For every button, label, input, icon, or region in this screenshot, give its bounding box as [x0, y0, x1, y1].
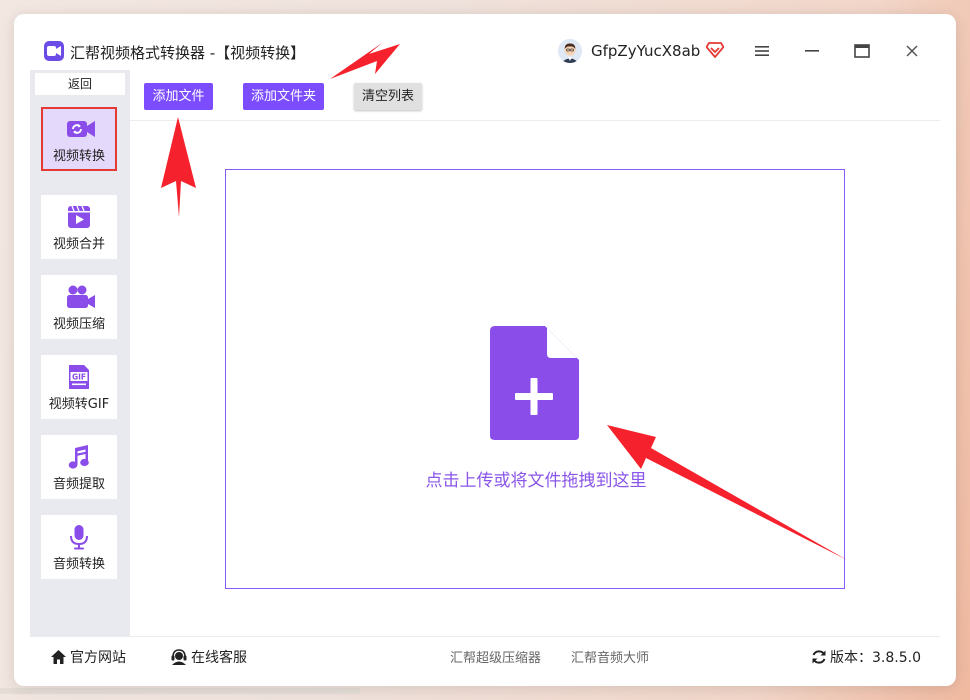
official-site-link[interactable]: 官方网站: [50, 647, 126, 667]
sidebar-item-audio-convert[interactable]: 音频转换: [41, 515, 117, 579]
version-label: 版本：3.8.5.0: [830, 650, 921, 666]
sidebar-item-label: 视频转换: [52, 149, 105, 164]
clear-list-button[interactable]: 清空列表: [354, 83, 422, 110]
headset-icon: [171, 649, 187, 665]
divider: [130, 120, 940, 121]
add-folder-button[interactable]: 添加文件夹: [243, 83, 324, 110]
sidebar-item-label: 音频提取: [52, 477, 105, 492]
online-service-label: 在线客服: [191, 650, 247, 666]
sidebar-item-label: 视频合并: [52, 237, 105, 252]
file-add-icon[interactable]: [489, 326, 581, 446]
sidebar-item-label: 视频转GIF: [48, 397, 110, 412]
vip-icon[interactable]: [705, 42, 725, 62]
music-note-icon: [66, 444, 92, 470]
username[interactable]: GfpZyYucX8ab: [591, 42, 700, 60]
window-title: 汇帮视频格式转换器 -【视频转换】: [70, 44, 306, 62]
back-button[interactable]: 返回: [35, 73, 125, 95]
add-file-button[interactable]: 添加文件: [144, 83, 213, 110]
sidebar-item-video-convert[interactable]: 视频转换: [41, 107, 117, 171]
app-logo-icon: [44, 41, 64, 61]
sidebar-item-label: 音频转换: [52, 557, 105, 572]
sidebar-item-video-to-gif[interactable]: GIF 视频转GIF: [41, 355, 117, 419]
audio-master-link[interactable]: 汇帮音频大师: [571, 647, 649, 666]
sidebar-item-label: 视频压缩: [52, 317, 105, 332]
video-compress-icon: [66, 284, 95, 310]
version-info[interactable]: 版本：3.8.5.0: [811, 647, 921, 667]
svg-text:GIF: GIF: [72, 373, 86, 382]
refresh-icon: [812, 650, 826, 664]
app-window: 汇帮视频格式转换器 -【视频转换】 GfpZyYucX8ab 返回 视频转换 视…: [14, 14, 956, 686]
online-service-link[interactable]: 在线客服: [170, 647, 247, 667]
microphone-icon: [66, 524, 92, 550]
sidebar-item-video-merge[interactable]: 视频合并: [41, 195, 117, 259]
maximize-icon[interactable]: [847, 36, 877, 66]
sidebar: 返回 视频转换 视频合并 视频压缩 GIF 视频转GIF 音频提取 音频转换: [30, 70, 130, 636]
user-avatar[interactable]: [558, 39, 582, 63]
file-dropzone[interactable]: 点击上传或将文件拖拽到这里: [225, 169, 845, 589]
dropzone-text: 点击上传或将文件拖拽到这里: [425, 471, 647, 491]
menu-icon[interactable]: [747, 36, 777, 66]
close-icon[interactable]: [897, 36, 927, 66]
official-site-label: 官方网站: [70, 650, 126, 666]
home-icon: [51, 650, 66, 664]
video-convert-icon: [66, 116, 95, 142]
sidebar-item-video-compress[interactable]: 视频压缩: [41, 275, 117, 339]
video-merge-icon: [66, 204, 92, 230]
super-compressor-link[interactable]: 汇帮超级压缩器: [450, 647, 541, 666]
background-strip: [0, 688, 360, 694]
sidebar-item-audio-extract[interactable]: 音频提取: [41, 435, 117, 499]
gif-icon: GIF: [66, 364, 92, 390]
footer: 官方网站 在线客服 汇帮超级压缩器 汇帮音频大师 版本：3.8.5.0: [30, 637, 940, 673]
minimize-icon[interactable]: [797, 36, 827, 66]
title-bar: 汇帮视频格式转换器 -【视频转换】 GfpZyYucX8ab: [14, 14, 956, 70]
